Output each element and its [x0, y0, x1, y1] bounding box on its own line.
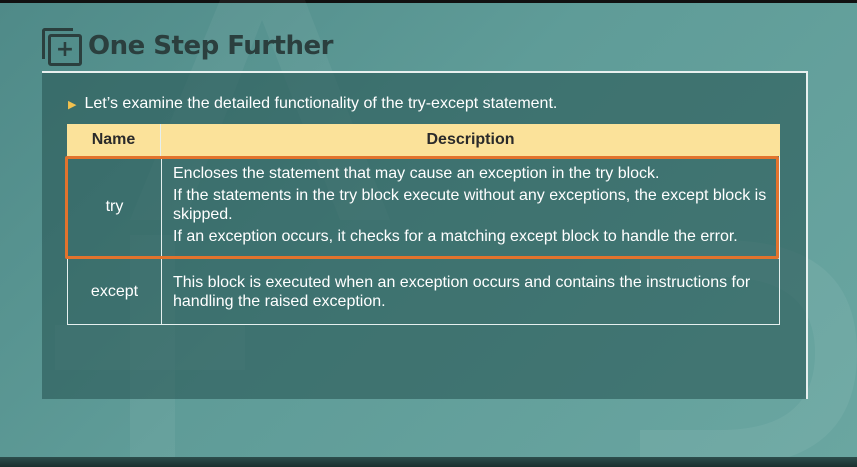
table-row-except: except This block is executed when an ex…: [67, 259, 780, 325]
top-bar: [0, 0, 857, 3]
row-name-except: except: [68, 259, 162, 324]
try-except-table: Name Description try Encloses the statem…: [65, 124, 780, 325]
table-header: Name Description: [67, 124, 780, 156]
intro-line: ▶ Let’s examine the detailed functionali…: [68, 95, 557, 113]
row-name-try: try: [68, 156, 162, 258]
column-header-description: Description: [426, 131, 515, 148]
triangle-right-icon: ▶: [68, 98, 77, 111]
description-line: Encloses the statement that may cause an…: [173, 165, 660, 182]
page-header: + One Step Further: [42, 26, 333, 66]
intro-text: Let’s examine the detailed functionality…: [84, 95, 558, 112]
description-line: If an exception occurs, it checks for a …: [173, 228, 738, 245]
plus-square-icon: +: [42, 28, 82, 66]
description-line: This block is executed when an exception…: [173, 274, 751, 310]
bottom-bar: [0, 457, 857, 467]
content-panel: ▶ Let’s examine the detailed functionali…: [42, 71, 808, 399]
description-line: If the statements in the try block execu…: [173, 187, 767, 223]
page-title: One Step Further: [88, 31, 333, 61]
row-description-try: Encloses the statement that may cause an…: [162, 156, 779, 258]
table-row-try: try Encloses the statement that may caus…: [67, 156, 780, 259]
column-header-name: Name: [67, 124, 161, 156]
row-description-except: This block is executed when an exception…: [162, 259, 779, 324]
